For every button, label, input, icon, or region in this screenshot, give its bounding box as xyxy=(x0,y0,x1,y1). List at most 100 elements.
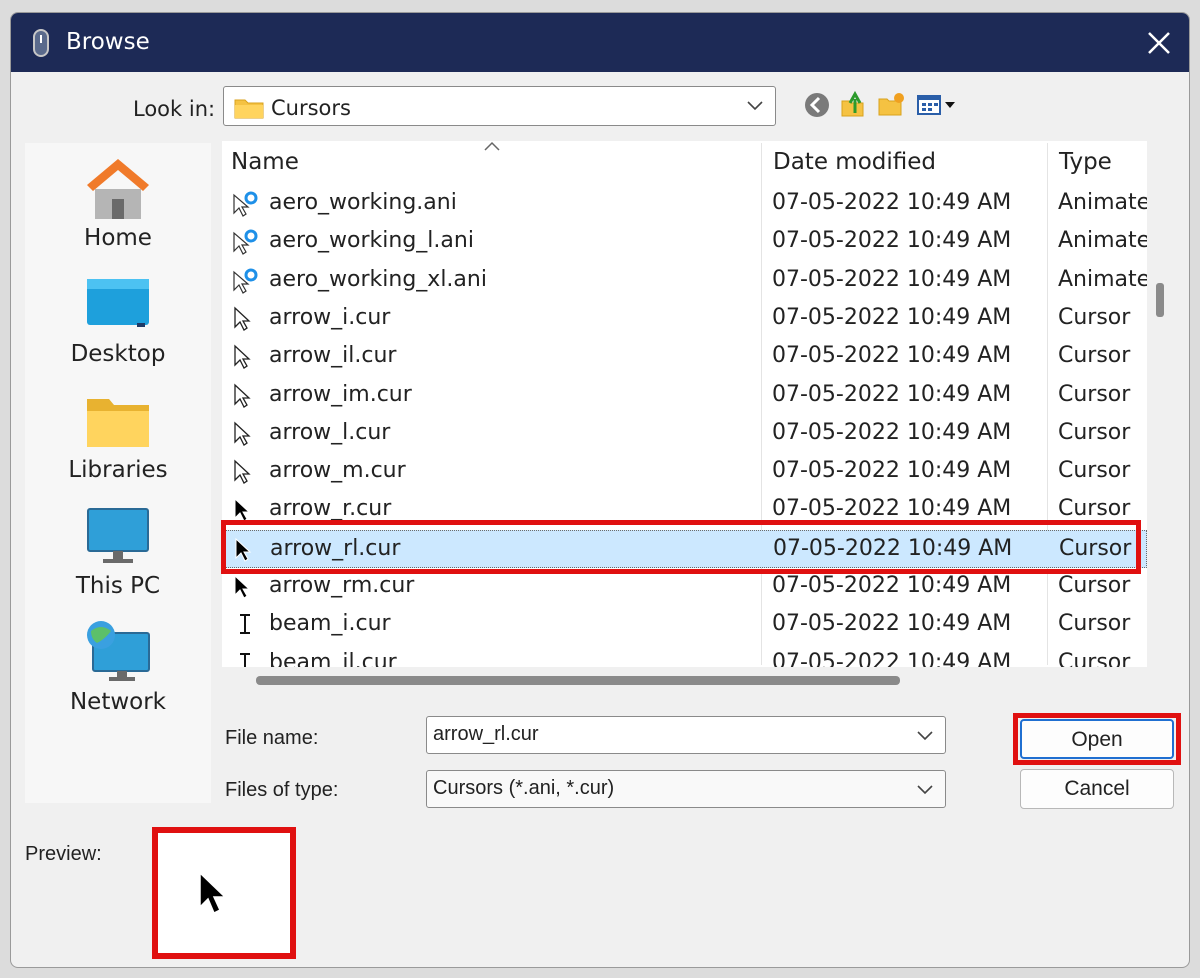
arrow-black-icon xyxy=(232,574,258,600)
network-icon xyxy=(87,621,150,681)
horizontal-scroll-thumb[interactable] xyxy=(256,676,900,685)
file-row[interactable]: beam_i.cur 07-05-2022 10:49 AM Cursor xyxy=(222,606,1147,644)
file-name: arrow_m.cur xyxy=(269,458,406,484)
file-row[interactable]: arrow_im.cur 07-05-2022 10:49 AM Cursor xyxy=(222,377,1147,415)
file-type: Cursor xyxy=(1058,343,1131,369)
file-row[interactable]: aero_working.ani 07-05-2022 10:49 AM Anima… xyxy=(222,185,1147,223)
mouse-icon xyxy=(33,29,49,57)
file-list: Name Date modified Type aero_working.ani… xyxy=(222,141,1147,667)
close-button[interactable] xyxy=(1139,23,1179,63)
back-icon xyxy=(805,93,829,117)
place-label: Desktop xyxy=(70,341,166,367)
file-row[interactable]: arrow_l.cur 07-05-2022 10:49 AM Cursor xyxy=(222,415,1147,453)
ibeam-icon xyxy=(232,651,258,667)
place-label: Network xyxy=(69,689,167,715)
file-name: arrow_r.cur xyxy=(269,496,392,522)
libraries-icon xyxy=(87,399,149,447)
file-date: 07-05-2022 10:49 AM xyxy=(772,496,1012,522)
file-type: Cursor xyxy=(1058,496,1131,522)
vertical-scrollbar[interactable] xyxy=(1147,141,1171,667)
cancel-button[interactable]: Cancel xyxy=(1020,769,1174,809)
file-type: Animate xyxy=(1058,266,1147,292)
new-folder-icon xyxy=(878,93,904,116)
places-bar: Home Desktop Libraries This PC Network xyxy=(25,143,211,803)
highlight-preview xyxy=(152,827,296,959)
place-label: This PC xyxy=(75,573,161,599)
arrow-outline-icon xyxy=(232,344,258,370)
lookin-dropdown[interactable]: Cursors xyxy=(223,86,776,126)
arrow-outline-icon xyxy=(232,459,258,485)
arrow-outline-icon xyxy=(232,383,258,409)
place-home[interactable]: Home xyxy=(25,149,211,259)
file-type: Cursor xyxy=(1058,611,1131,637)
file-date: 07-05-2022 10:49 AM xyxy=(772,649,1012,667)
column-header-date[interactable]: Date modified xyxy=(773,149,936,175)
file-type: Animate xyxy=(1058,228,1147,254)
view-menu-icon xyxy=(917,95,955,115)
file-name: arrow_l.cur xyxy=(269,419,391,445)
file-name: beam_i.cur xyxy=(269,611,391,637)
lookin-label: Look in: xyxy=(133,97,216,121)
file-row[interactable]: arrow_il.cur 07-05-2022 10:49 AM Cursor xyxy=(222,338,1147,376)
column-header-type[interactable]: Type xyxy=(1059,149,1112,175)
sort-ascending-icon xyxy=(484,141,500,151)
file-type: Cursor xyxy=(1058,304,1131,330)
home-icon xyxy=(87,159,149,219)
file-date: 07-05-2022 10:49 AM xyxy=(772,611,1012,637)
window-title: Browse xyxy=(66,29,150,55)
file-name: arrow_i.cur xyxy=(269,304,391,330)
filename-input[interactable]: arrow_rl.cur xyxy=(426,716,946,754)
file-row[interactable]: arrow_i.cur 07-05-2022 10:49 AM Cursor xyxy=(222,300,1147,338)
chevron-down-icon xyxy=(747,101,763,111)
busy-cursor-icon xyxy=(232,229,258,256)
file-type: Cursor xyxy=(1058,649,1131,667)
back-button[interactable] xyxy=(803,91,831,119)
place-this-pc[interactable]: This PC xyxy=(25,497,211,607)
close-icon xyxy=(1148,32,1170,54)
preview-label: Preview: xyxy=(25,843,102,865)
file-date: 07-05-2022 10:49 AM xyxy=(772,266,1012,292)
filetype-dropdown[interactable]: Cursors (*.ani, *.cur) xyxy=(426,770,946,808)
title-bar: Browse xyxy=(11,13,1189,72)
view-menu-button[interactable] xyxy=(915,91,965,119)
column-header-name[interactable]: Name xyxy=(231,149,299,175)
file-name: arrow_im.cur xyxy=(269,381,412,407)
chevron-down-icon xyxy=(917,785,933,795)
file-date: 07-05-2022 10:49 AM xyxy=(772,458,1012,484)
lookin-value: Cursors xyxy=(271,96,351,120)
up-folder-button[interactable] xyxy=(839,90,867,119)
new-folder-button[interactable] xyxy=(877,91,905,119)
place-desktop[interactable]: Desktop xyxy=(25,265,211,375)
file-date: 07-05-2022 10:49 AM xyxy=(772,190,1012,215)
place-network[interactable]: Network xyxy=(25,613,211,723)
file-date: 07-05-2022 10:49 AM xyxy=(772,304,1012,330)
file-type: Animate xyxy=(1058,190,1147,215)
file-row[interactable]: aero_working_xl.ani 07-05-2022 10:49 AM An… xyxy=(222,262,1147,300)
file-name: aero_working_xl.ani xyxy=(269,266,487,292)
file-row[interactable]: aero_working_l.ani 07-05-2022 10:49 AM Ani… xyxy=(222,223,1147,261)
file-date: 07-05-2022 10:49 AM xyxy=(772,419,1012,445)
arrow-outline-icon xyxy=(232,306,258,332)
filetype-value: Cursors (*.ani, *.cur) xyxy=(433,777,615,799)
file-type: Cursor xyxy=(1058,573,1131,598)
place-libraries[interactable]: Libraries xyxy=(25,381,211,491)
filename-label: File name: xyxy=(225,727,319,749)
file-row[interactable]: arrow_m.cur 07-05-2022 10:49 AM Cursor xyxy=(222,453,1147,491)
horizontal-scrollbar[interactable] xyxy=(222,667,1147,691)
chevron-down-icon[interactable] xyxy=(917,729,933,741)
filename-value: arrow_rl.cur xyxy=(433,723,539,745)
arrow-outline-icon xyxy=(232,421,258,447)
file-date: 07-05-2022 10:49 AM xyxy=(772,381,1012,407)
file-type: Cursor xyxy=(1058,381,1131,407)
file-name: arrow_il.cur xyxy=(269,343,397,369)
vertical-scroll-thumb[interactable] xyxy=(1156,283,1164,317)
file-name: beam_il.cur xyxy=(269,649,397,667)
file-name: aero_working.ani xyxy=(269,190,457,215)
up-folder-icon xyxy=(841,90,864,117)
file-name: aero_working_l.ani xyxy=(269,228,474,254)
browse-dialog: Browse Look in: Cursors Home Desktop Lib… xyxy=(10,12,1190,968)
ibeam-icon xyxy=(232,612,258,638)
place-label: Libraries xyxy=(68,457,168,483)
place-label: Home xyxy=(84,225,152,251)
file-row[interactable]: beam_il.cur 07-05-2022 10:49 AM Cursor xyxy=(222,645,1147,667)
